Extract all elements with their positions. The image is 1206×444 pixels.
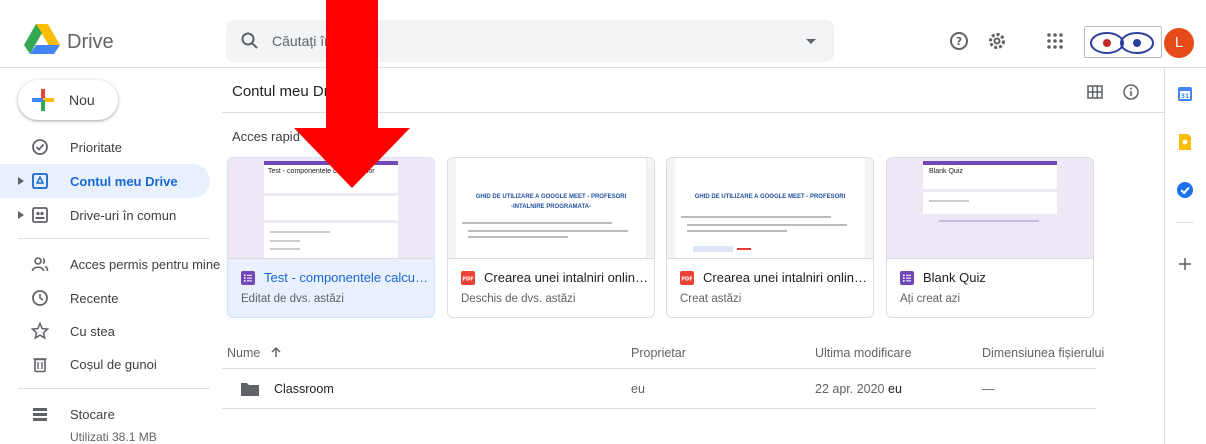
tasks-icon[interactable] bbox=[1175, 180, 1195, 200]
google-forms-icon bbox=[900, 271, 914, 285]
file-owner: eu bbox=[631, 382, 645, 396]
settings-gear-icon[interactable] bbox=[986, 30, 1008, 52]
search-options-dropdown-icon[interactable] bbox=[804, 34, 818, 48]
sort-arrow-up-icon[interactable] bbox=[270, 346, 282, 358]
thumb-title: GHID DE UTILIZARE A GOOGLE MEET - PROFES… bbox=[694, 194, 846, 200]
add-addon-plus-icon[interactable] bbox=[1175, 254, 1195, 274]
svg-text:?: ? bbox=[956, 35, 962, 48]
shared-with-me-icon bbox=[31, 257, 49, 272]
annotation-arrow-icon bbox=[294, 0, 410, 188]
sidebar-divider bbox=[18, 238, 210, 239]
expand-arrow-icon[interactable] bbox=[17, 210, 25, 220]
quick-access-card[interactable]: GHID DE UTILIZARE A GOOGLE MEET - PROFES… bbox=[666, 157, 874, 318]
storage-icon bbox=[33, 408, 47, 421]
card-subtitle: Deschis de dvs. astăzi bbox=[461, 293, 576, 305]
sidebar-item-recent[interactable]: Recente bbox=[0, 281, 210, 315]
file-size: — bbox=[982, 382, 995, 396]
sidebar-item-label: Cu stea bbox=[70, 324, 115, 339]
drive-logo-icon[interactable] bbox=[24, 24, 60, 54]
trash-icon bbox=[33, 358, 47, 373]
pdf-file-icon: PDF bbox=[680, 271, 694, 285]
pdf-file-icon: PDF bbox=[461, 271, 475, 285]
storage-usage-text: Utilizati 38.1 MB bbox=[70, 430, 157, 444]
info-icon[interactable] bbox=[1122, 83, 1140, 101]
card-thumbnail: GHID DE UTILIZARE A GOOGLE MEET - PROFES… bbox=[448, 158, 654, 259]
sidebar-item-label: Acces permis pentru mine bbox=[70, 257, 221, 272]
card-thumbnail: Blank Quiz bbox=[887, 158, 1093, 259]
sidebar-item-starred[interactable]: Cu stea bbox=[0, 314, 210, 348]
sidebar-item-label: Drive-uri în comun bbox=[70, 208, 177, 223]
card-subtitle: Ați creat azi bbox=[900, 293, 961, 305]
thumb-title: GHID DE UTILIZARE A GOOGLE MEET - PROFES… bbox=[475, 194, 627, 200]
thumb-title: Blank Quiz bbox=[929, 168, 963, 175]
sidebar-item-priority[interactable]: Prioritate bbox=[0, 130, 210, 164]
calendar-icon[interactable]: 31 bbox=[1175, 84, 1195, 104]
clock-icon bbox=[32, 290, 48, 306]
card-title: Crearea unei intalniri online c... bbox=[703, 270, 869, 285]
sidebar-item-shared-drives[interactable]: Drive-uri în comun bbox=[0, 198, 210, 232]
file-name[interactable]: Classroom bbox=[274, 382, 334, 396]
new-button-label: Nou bbox=[69, 92, 95, 108]
app-name[interactable]: Drive bbox=[67, 31, 114, 54]
sidebar-item-storage[interactable]: Stocare bbox=[0, 397, 210, 431]
quick-access-card[interactable]: Blank Quiz Blank Quiz Ați creat azi bbox=[886, 157, 1094, 318]
sidebar-item-my-drive[interactable]: Contul meu Drive bbox=[0, 164, 210, 198]
quick-access-title: Acces rapid bbox=[232, 129, 300, 144]
table-row-divider bbox=[222, 408, 1096, 409]
plus-icon bbox=[32, 89, 54, 111]
file-modified-by: eu bbox=[888, 382, 902, 396]
new-button[interactable]: Nou bbox=[18, 80, 118, 120]
sidebar-item-label: Stocare bbox=[70, 407, 115, 422]
search-icon[interactable] bbox=[240, 31, 260, 51]
column-header-file-size[interactable]: Dimensiunea fișierului bbox=[982, 346, 1104, 360]
check-circle-icon bbox=[32, 139, 48, 155]
table-header-divider bbox=[222, 368, 1096, 369]
sidebar-item-label: Contul meu Drive bbox=[70, 174, 178, 189]
sidebar-item-label: Prioritate bbox=[70, 140, 123, 155]
card-thumbnail: GHID DE UTILIZARE A GOOGLE MEET - PROFES… bbox=[667, 158, 873, 259]
user-avatar[interactable]: L bbox=[1164, 28, 1194, 58]
sidebar-divider bbox=[18, 388, 210, 389]
file-modified-date: 22 apr. 2020 bbox=[815, 382, 885, 396]
rail-divider bbox=[1176, 222, 1194, 223]
card-title: Blank Quiz bbox=[923, 270, 986, 285]
card-subtitle: Editat de dvs. astăzi bbox=[241, 293, 344, 305]
grid-view-icon[interactable] bbox=[1086, 83, 1104, 101]
column-header-name[interactable]: Nume bbox=[227, 346, 282, 360]
card-title: Test - componentele calculat... bbox=[264, 270, 430, 285]
organization-logo-badge[interactable] bbox=[1084, 26, 1162, 58]
card-subtitle: Creat astăzi bbox=[680, 293, 742, 305]
sidebar-item-label: Coșul de gunoi bbox=[70, 357, 157, 372]
column-header-last-modified[interactable]: Ultima modificare bbox=[815, 346, 912, 360]
thumb-subtitle: -INTALNIRE PROGRAMATA- bbox=[511, 204, 591, 210]
google-forms-icon bbox=[241, 271, 255, 285]
apps-grid-icon[interactable] bbox=[1044, 30, 1066, 52]
star-icon bbox=[31, 322, 49, 340]
sidebar-item-trash[interactable]: Coșul de gunoi bbox=[0, 347, 210, 381]
keep-notes-icon[interactable] bbox=[1175, 132, 1195, 152]
svg-text:PDF: PDF bbox=[462, 277, 473, 283]
svg-text:31: 31 bbox=[1181, 93, 1189, 100]
organization-logo-icon bbox=[1090, 32, 1154, 54]
file-modified: 22 apr. 2020 eu bbox=[815, 382, 902, 396]
sidebar-item-label: Recente bbox=[70, 291, 119, 306]
card-title: Crearea unei intalniri online pr... bbox=[484, 270, 650, 285]
help-icon[interactable]: ? bbox=[948, 30, 970, 52]
sidebar-item-shared-with-me[interactable]: Acces permis pentru mine bbox=[0, 247, 220, 281]
expand-arrow-icon[interactable] bbox=[17, 176, 25, 186]
my-drive-icon bbox=[32, 173, 48, 189]
top-bar: Drive ? L bbox=[0, 0, 1206, 68]
folder-icon bbox=[241, 383, 259, 396]
column-header-owner[interactable]: Proprietar bbox=[631, 346, 686, 360]
column-header-label: Nume bbox=[227, 346, 261, 360]
quick-access-card[interactable]: GHID DE UTILIZARE A GOOGLE MEET - PROFES… bbox=[447, 157, 655, 318]
shared-drives-icon bbox=[32, 207, 48, 223]
svg-text:PDF: PDF bbox=[681, 277, 692, 283]
